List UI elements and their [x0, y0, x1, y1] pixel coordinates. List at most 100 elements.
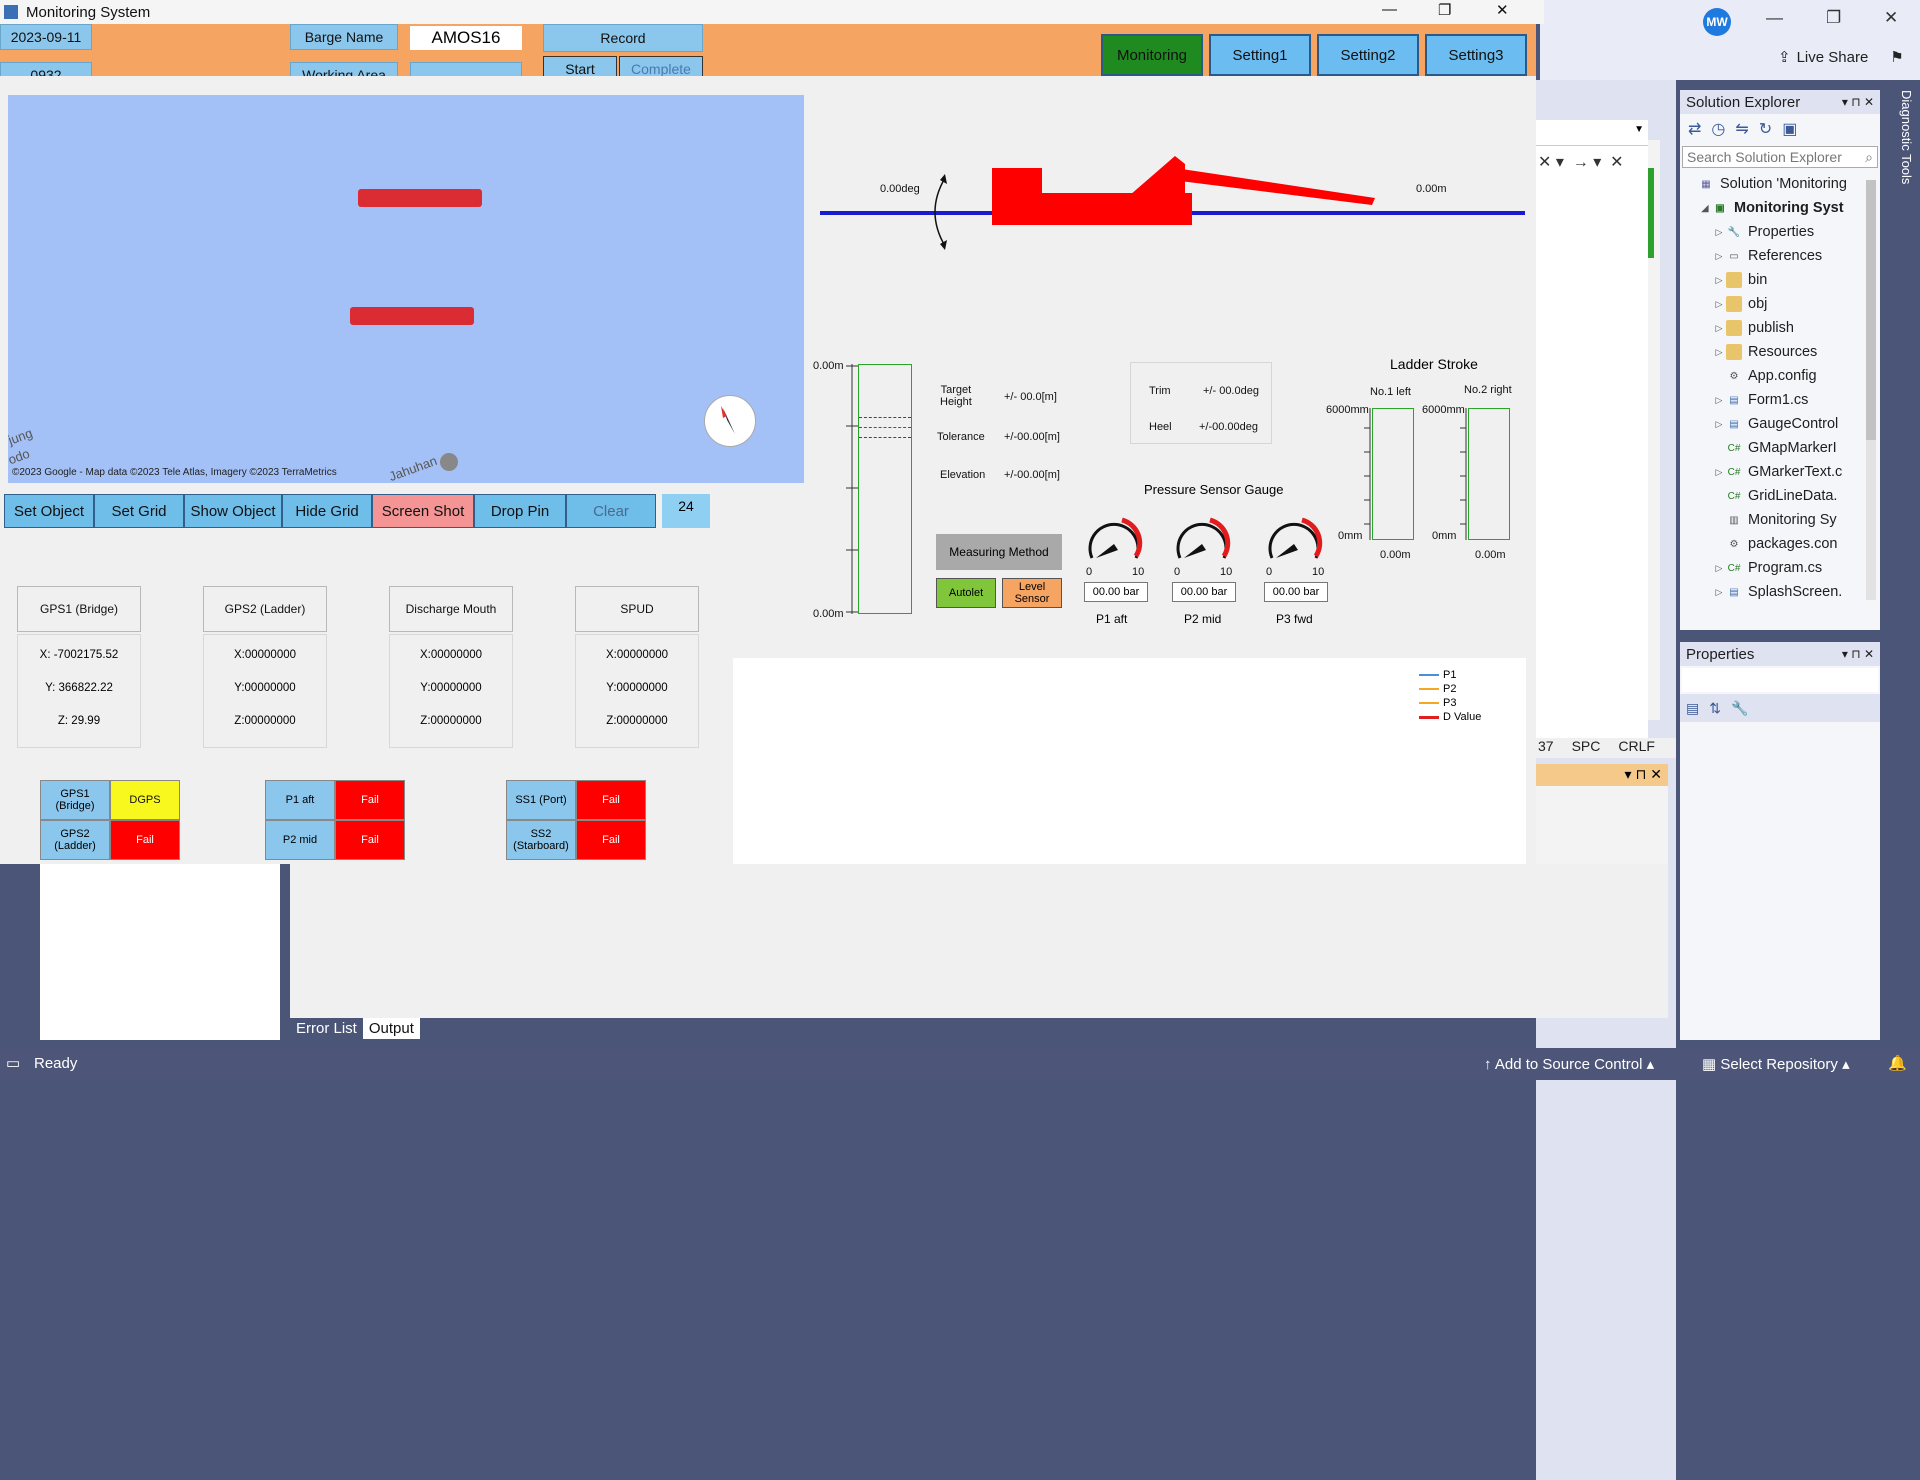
close-icon[interactable]: ▾ ⊓ ✕ [1625, 766, 1662, 783]
trim-value: +/- 00.0deg [1203, 385, 1259, 397]
map-counter: 24 [662, 494, 710, 528]
tree-item[interactable]: ▷ C# Program.cs [1680, 556, 1860, 580]
collapse-arrow-icon[interactable]: ▷ [1712, 323, 1726, 334]
map-marker-label[interactable] [350, 307, 474, 325]
collapse-arrow-icon[interactable]: ▷ [1712, 563, 1726, 574]
minimize-button[interactable]: — [1382, 1, 1397, 18]
tree-item[interactable]: ▷ ▭ Resources [1680, 340, 1860, 364]
collapse-arrow-icon[interactable]: ▷ [1712, 587, 1726, 598]
expand-icon[interactable]: ◢ [1698, 203, 1712, 214]
tree-item[interactable]: ▷ ▤ Form1.cs [1680, 388, 1860, 412]
alphabetical-icon[interactable]: ⇅ [1709, 700, 1721, 717]
depth-bar [858, 364, 912, 614]
autolet-button[interactable]: Autolet [936, 578, 996, 608]
user-avatar[interactable]: MW [1703, 8, 1731, 36]
categorized-icon[interactable]: ▤ [1686, 700, 1699, 717]
collapse-arrow-icon[interactable]: ▷ [1712, 347, 1726, 358]
map-view[interactable]: jung odo Jahuhan ©2023 Google - Map data… [8, 95, 804, 483]
depth-target-line [859, 427, 911, 428]
tree-item[interactable]: ▷ ▤ SplashScreen. [1680, 580, 1860, 604]
set-object-button[interactable]: Set Object [4, 494, 94, 528]
hide-grid-button[interactable]: Hide Grid [282, 494, 372, 528]
tree-item[interactable]: ◢ ▣ Monitoring Syst [1680, 196, 1860, 220]
tree-item[interactable]: ▥ Monitoring Sy [1680, 508, 1860, 532]
close-icon[interactable]: ✕ ▾ → ▾ ✕ [1538, 152, 1624, 172]
tree-item[interactable]: ▷ ▭ obj [1680, 292, 1860, 316]
tree-item[interactable]: ▷ ▭ bin [1680, 268, 1860, 292]
collapse-arrow-icon[interactable]: ▷ [1712, 467, 1726, 478]
notification-icon[interactable]: 🔔 [1888, 1054, 1907, 1072]
tree-item[interactable]: C# GMapMarkerI [1680, 436, 1860, 460]
angle-label: 0.00deg [880, 183, 920, 195]
live-share-button[interactable]: ⇪ Live Share ⚑ [1778, 48, 1904, 67]
tab-error-list[interactable]: Error List [290, 1018, 363, 1039]
map-marker-label[interactable] [358, 189, 482, 207]
time-display: 0932 [0, 62, 92, 76]
arrowhead-icon [940, 174, 947, 184]
nav-dropdown[interactable]: ▼ [1536, 120, 1648, 146]
complete-button[interactable]: Complete [619, 56, 703, 76]
screen-shot-button[interactable]: Screen Shot [372, 494, 474, 528]
bottom-tabs: Error List Output [290, 1018, 420, 1039]
switch-icon[interactable]: ⇋ [1735, 119, 1748, 139]
history-icon[interactable]: ◷ [1711, 119, 1725, 139]
feedback-icon[interactable]: ⚑ [1890, 48, 1903, 66]
collapse-arrow-icon[interactable]: ▷ [1712, 227, 1726, 238]
wrench-icon[interactable]: 🔧 [1731, 700, 1748, 717]
tree-item[interactable]: ▷ ▭ References [1680, 244, 1860, 268]
close-icon[interactable]: ▾ ⊓ ✕ [1842, 647, 1874, 661]
ide-restore-button[interactable]: ❐ [1826, 8, 1841, 28]
tree-item[interactable]: ▷ 🔧 Properties [1680, 220, 1860, 244]
tree-item[interactable]: ▷ ▭ publish [1680, 316, 1860, 340]
tree-item[interactable]: C# GridLineData. [1680, 484, 1860, 508]
set-grid-button[interactable]: Set Grid [94, 494, 184, 528]
close-button[interactable]: ✕ [1496, 1, 1509, 19]
properties-title: Properties ▾ ⊓ ✕ [1680, 642, 1880, 666]
close-icon[interactable]: ▾ ⊓ ✕ [1842, 95, 1874, 109]
select-repository-button[interactable]: ▦ Select Repository ▴ [1702, 1055, 1850, 1073]
level-sensor-button[interactable]: Level Sensor [1002, 578, 1062, 608]
ide-close-button[interactable]: ✕ [1884, 8, 1898, 28]
tree-item[interactable]: ▷ C# GMarkerText.c [1680, 460, 1860, 484]
show-object-button[interactable]: Show Object [184, 494, 282, 528]
collapse-arrow-icon[interactable]: ▷ [1712, 395, 1726, 406]
refresh-icon[interactable]: ↻ [1759, 119, 1772, 139]
collapse-arrow-icon[interactable]: ▷ [1712, 275, 1726, 286]
working-area-field[interactable] [410, 62, 522, 76]
tab-setting2[interactable]: Setting2 [1317, 34, 1419, 76]
diagnostic-tools-tab[interactable]: Diagnostic Tools [1890, 90, 1914, 230]
tree-item[interactable]: ⚙ App.config [1680, 364, 1860, 388]
start-button[interactable]: Start [543, 56, 617, 76]
tab-setting1[interactable]: Setting1 [1209, 34, 1311, 76]
collapse-icon[interactable]: ▣ [1782, 119, 1797, 139]
properties-object-select[interactable] [1682, 668, 1878, 692]
sync-icon[interactable]: ⇄ [1688, 119, 1701, 139]
add-source-control-button[interactable]: ↑ Add to Source Control ▴ [1484, 1055, 1654, 1073]
collapse-arrow-icon[interactable]: ▷ [1712, 419, 1726, 430]
tree-item[interactable]: ⚙ packages.con [1680, 532, 1860, 556]
barge-name-field[interactable]: AMOS16 [410, 26, 522, 50]
tree-item[interactable]: ▷ ▤ GaugeControl [1680, 412, 1860, 436]
se-scroll-thumb[interactable] [1866, 180, 1876, 440]
se-scrollbar[interactable] [1866, 180, 1876, 600]
tree-item[interactable]: ▦ Solution 'Monitoring [1680, 172, 1860, 196]
tab-output[interactable]: Output [362, 1018, 420, 1039]
tab-monitoring[interactable]: Monitoring [1101, 34, 1203, 76]
output-header: ▾ ⊓ ✕ [1536, 764, 1668, 786]
csharp-icon: C# [1727, 442, 1741, 454]
config-icon: ⚙ [1729, 370, 1739, 382]
legend-item: D Value [1419, 710, 1481, 724]
legend-label: D Value [1443, 711, 1482, 723]
clear-button[interactable]: Clear [566, 494, 656, 528]
ide-minimize-button[interactable]: — [1766, 8, 1783, 28]
collapse-arrow-icon[interactable]: ▷ [1712, 299, 1726, 310]
pressure-title: Pressure Sensor Gauge [1144, 482, 1284, 497]
se-search-input[interactable]: Search Solution Explorer ⌕ [1682, 146, 1878, 168]
tab-setting3[interactable]: Setting3 [1425, 34, 1527, 76]
search-icon: ⌕ [1865, 148, 1873, 165]
collapse-arrow-icon[interactable]: ▷ [1712, 251, 1726, 262]
wrench-icon: 🔧 [1727, 226, 1741, 238]
drop-pin-button[interactable]: Drop Pin [474, 494, 566, 528]
restore-button[interactable]: ❐ [1438, 1, 1451, 19]
folder-icon: ▭ [1726, 296, 1742, 312]
